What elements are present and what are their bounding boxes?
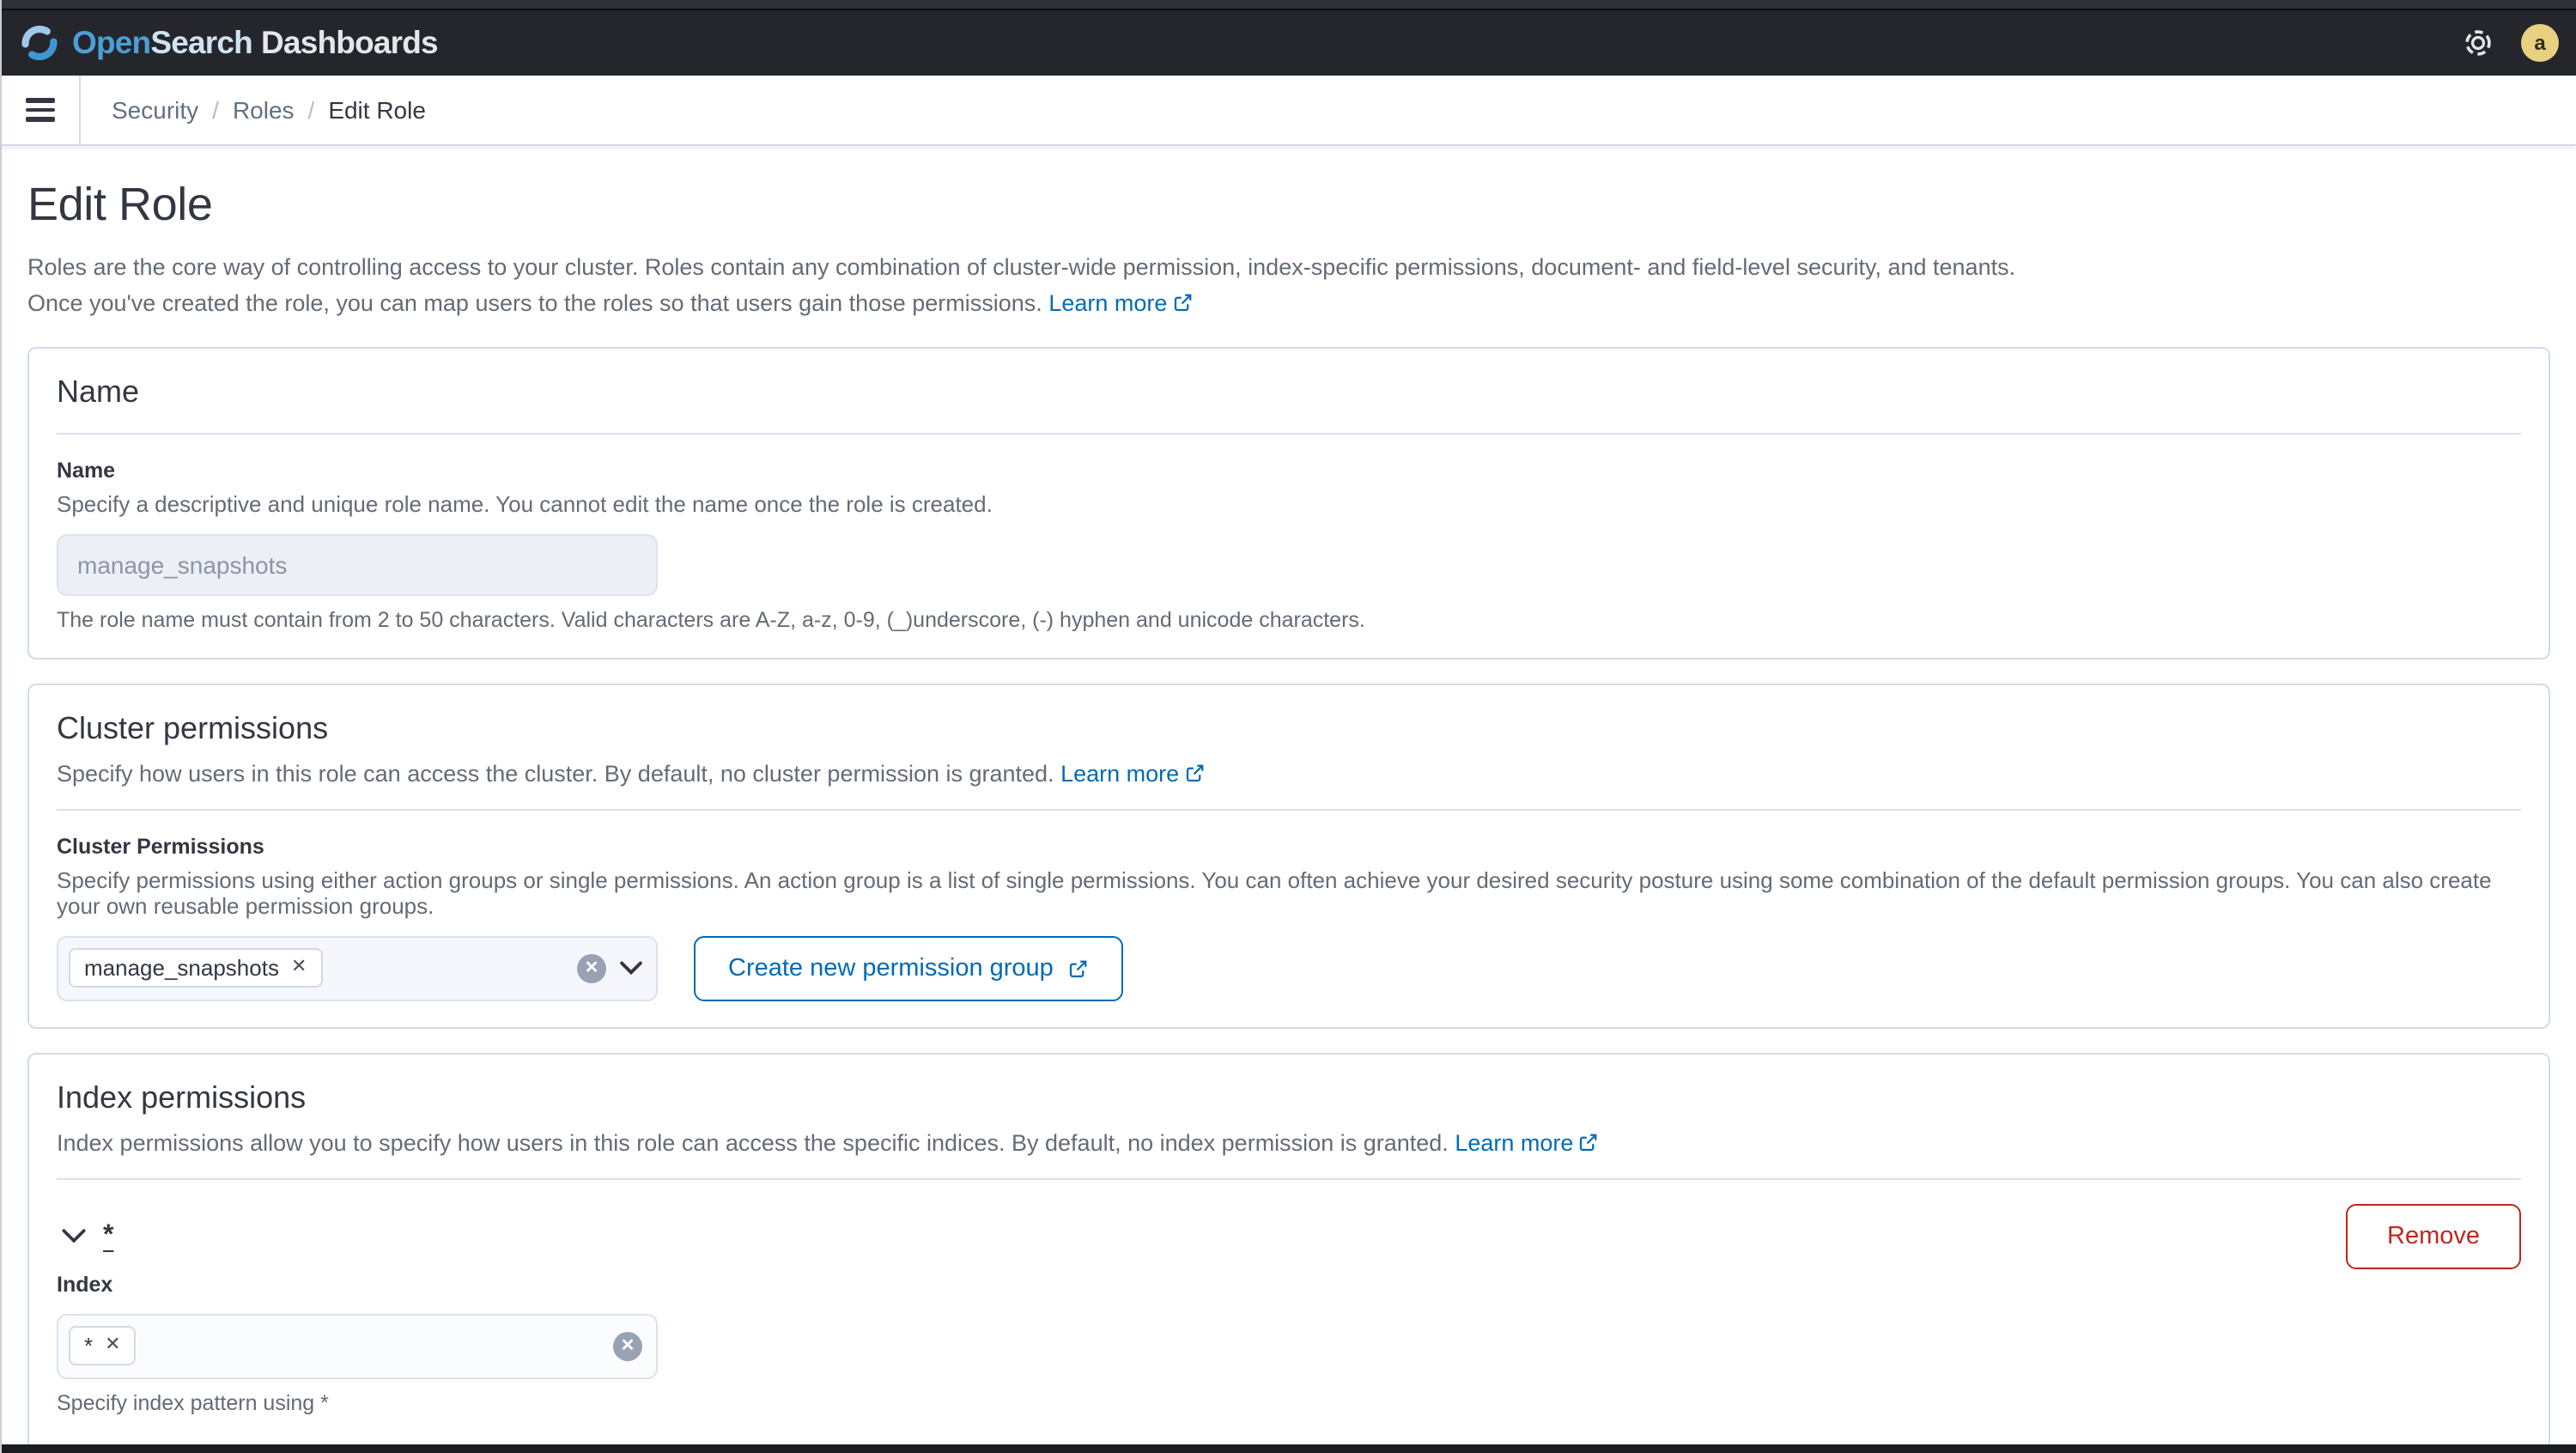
index-panel-title: Index permissions [57,1079,307,1115]
index-pattern-link[interactable]: * [103,1221,113,1252]
external-link-icon [1580,1134,1597,1151]
breadcrumb-edit-role: Edit Role [328,96,426,124]
remove-button[interactable]: Remove [2346,1203,2521,1269]
page-content: Edit Role Roles are the core way of cont… [2,179,2576,1453]
name-field-help: Specify a descriptive and unique role na… [57,490,993,517]
chevron-down-icon [62,1229,86,1244]
divider [57,1177,2521,1180]
cluster-permissions-label: Cluster Permissions [57,834,264,859]
index-permissions-panel: Index permissions Index permissions allo… [27,1052,2550,1453]
remove-tag-icon[interactable]: ✕ [291,958,307,978]
permission-tag: manage_snapshots ✕ [69,948,323,988]
page-description: Roles are the core way of controlling ac… [27,254,2016,316]
index-accordion-toggle[interactable]: * [57,1221,113,1252]
cluster-permissions-combobox[interactable]: manage_snapshots ✕ ✕ [57,935,658,1001]
external-link-icon [1186,764,1203,781]
name-field-label: Name [57,458,116,483]
screenshot-bottom-edge [2,1444,2576,1453]
breadcrumb-security[interactable]: Security [112,96,198,124]
index-combobox[interactable]: * ✕ ✕ [57,1313,658,1379]
cluster-permissions-panel: Cluster permissions Specify how users in… [27,683,2550,1029]
cluster-panel-description: Specify how users in this role can acces… [57,761,2521,787]
cluster-permissions-help: Specify permissions using either action … [57,866,2492,919]
external-link-icon [1070,960,1088,977]
learn-more-link[interactable]: Learn more [1060,761,1205,787]
clear-all-icon[interactable]: ✕ [577,953,606,983]
breadcrumb-roles[interactable]: Roles [233,96,295,124]
index-field-label: Index [57,1272,113,1297]
menu-button[interactable] [2,76,81,144]
role-name-input[interactable] [57,533,658,596]
divider [57,432,2521,435]
learn-more-link[interactable]: Learn more [1455,1130,1599,1156]
app-window: OpenSearch Dashboards a Security / Roles … [0,0,2576,1453]
page-title: Edit Role [27,179,213,230]
clear-all-icon[interactable]: ✕ [613,1331,642,1361]
index-pattern-hint: Specify index pattern using * [57,1390,329,1415]
learn-more-link[interactable]: Learn more [1048,290,1193,316]
breadcrumb-separator: / [307,96,315,124]
user-avatar[interactable]: a [2521,24,2559,62]
external-link-icon [1174,294,1191,311]
breadcrumb: Security / Roles / Edit Role [81,96,426,124]
breadcrumb-separator: / [212,96,219,124]
name-field-hint: The role name must contain from 2 to 50 … [57,607,1365,632]
remove-tag-icon[interactable]: ✕ [105,1336,120,1356]
name-panel-title: Name [57,374,140,409]
hamburger-icon [26,98,55,122]
logo-text: OpenSearch Dashboards [72,24,439,60]
index-panel-description: Index permissions allow you to specify h… [57,1130,2521,1156]
name-panel: Name Name Specify a descriptive and uniq… [27,346,2550,660]
app-header: OpenSearch Dashboards a [2,10,2576,76]
breadcrumb-bar: Security / Roles / Edit Role [2,76,2576,146]
chevron-down-icon[interactable] [620,962,642,976]
divider [57,808,2521,811]
create-permission-group-button[interactable]: Create new permission group [694,935,1124,1001]
opensearch-logo-icon [21,25,58,61]
cluster-panel-title: Cluster permissions [57,710,329,745]
help-icon[interactable] [2463,27,2494,58]
opensearch-logo[interactable]: OpenSearch Dashboards [19,22,439,64]
window-top-strip [2,0,2576,10]
index-tag: * ✕ [69,1326,137,1366]
